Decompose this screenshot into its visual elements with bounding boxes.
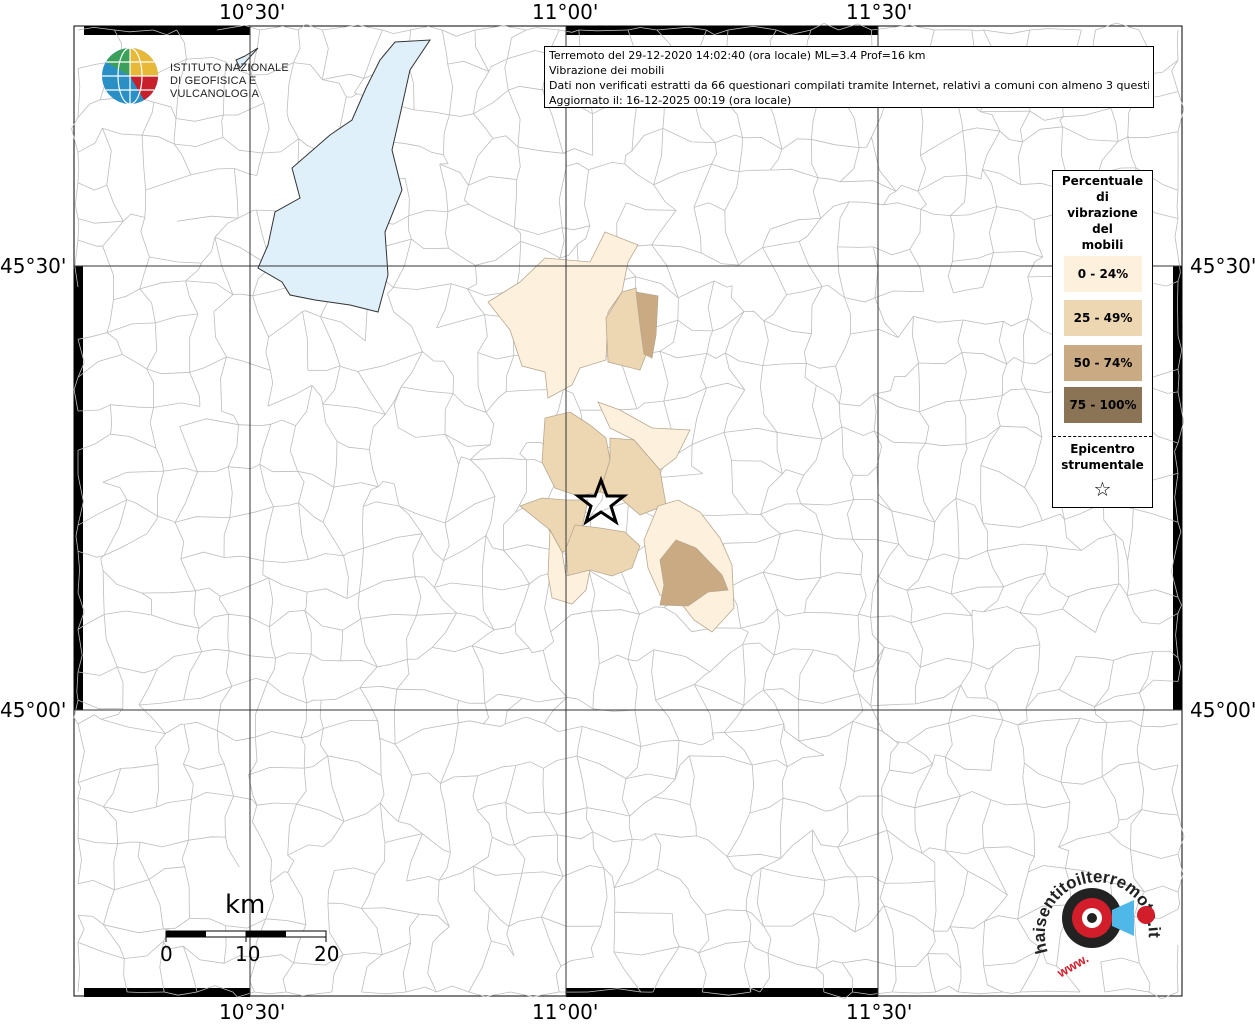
municipal-border — [1177, 281, 1179, 336]
epicenter-label-line: Epicentro — [1070, 442, 1135, 456]
data-note: Dati non verificati estratti da 66 quest… — [549, 79, 1149, 92]
municipal-border — [837, 246, 874, 248]
update-time: Aggiornato il: 16-12-2025 00:19 (ora loc… — [549, 94, 792, 107]
hsh-logo: haisentitoilterremoto.it www. — [1030, 860, 1170, 981]
right-tick-4500: 45°00' — [1190, 698, 1255, 722]
left-tick-4530: 45°30' — [0, 254, 67, 278]
ingv-name-line1: ISTITUTO NAZIONALE — [170, 62, 289, 74]
legend-class-75-100: 75 - 100% — [1064, 387, 1142, 423]
ingv-name-line2: DI GEOFISICA E VULCANOLOGIA — [170, 75, 260, 100]
hsh-logo-icon: haisentitoilterremoto.it www. — [1030, 867, 1164, 981]
epicenter-label-line: strumentale — [1061, 458, 1144, 472]
legend-class-0-24: 0 - 24% — [1064, 256, 1142, 292]
legend-title-line: di — [1096, 190, 1109, 204]
legend-star-icon: ☆ — [1093, 477, 1112, 501]
hsh-www: www. — [1054, 951, 1091, 980]
legend-title: Percentuale di vibrazione del mobili — [1053, 171, 1152, 253]
municipal-border — [127, 991, 165, 993]
legend-divider — [1053, 436, 1152, 437]
scale-label-0: 0 — [160, 942, 173, 966]
bottom-tick-1100: 11°00' — [532, 1000, 599, 1024]
left-tick-4500: 45°00' — [0, 698, 67, 722]
legend-class-50-74: 50 - 74% — [1064, 345, 1142, 381]
legend-title-line: vibrazione — [1067, 206, 1138, 220]
bottom-tick-1130: 11°30' — [846, 1000, 913, 1024]
bottom-tick-1030: 10°30' — [219, 1000, 286, 1024]
scale-bar: km 0 10 20 — [155, 888, 355, 968]
municipal-border — [980, 110, 1030, 112]
legend-class-25-49: 25 - 49% — [1064, 300, 1142, 336]
right-tick-4530: 45°30' — [1190, 254, 1255, 278]
scale-label-20: 20 — [314, 942, 340, 966]
event-info-box: Terremoto del 29-12-2020 14:02:40 (ora l… — [544, 46, 1154, 108]
scale-unit: km — [225, 890, 266, 920]
top-tick-1100: 11°00' — [532, 0, 599, 24]
top-tick-1130: 11°30' — [846, 0, 913, 24]
event-title: Terremoto del 29-12-2020 14:02:40 (ora l… — [549, 49, 926, 62]
legend-title-line: mobili — [1081, 238, 1124, 252]
legend-title-line: Percentuale — [1061, 174, 1144, 188]
map-subject: Vibrazione dei mobili — [549, 64, 665, 77]
legend: Percentuale di vibrazione del mobili 0 -… — [1052, 170, 1153, 508]
epicenter-label: Epicentro strumentale — [1053, 441, 1152, 473]
legend-title-line: del — [1092, 222, 1113, 236]
ingv-logo: ISTITUTO NAZIONALE DI GEOFISICA E VULCAN… — [100, 46, 320, 106]
scale-label-10: 10 — [235, 942, 261, 966]
top-tick-1030: 10°30' — [219, 0, 286, 24]
ingv-globe-icon — [102, 47, 158, 105]
